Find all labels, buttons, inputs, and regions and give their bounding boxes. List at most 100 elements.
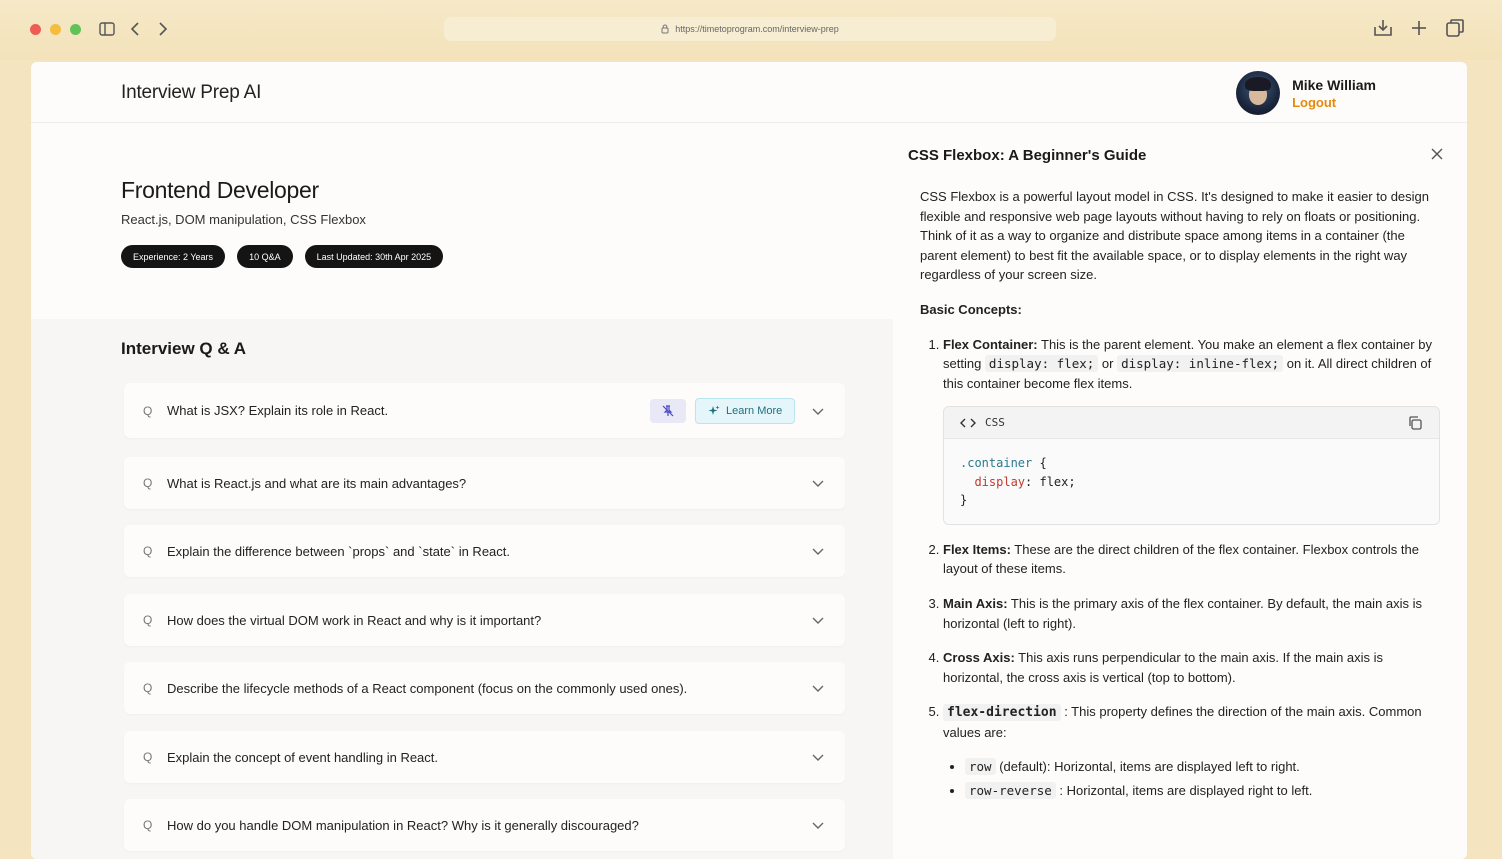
inline-code: display: flex; bbox=[984, 355, 1099, 373]
close-icon[interactable] bbox=[1430, 147, 1444, 161]
logout-button[interactable]: Logout bbox=[1292, 95, 1376, 110]
qa-section-title: Interview Q & A bbox=[121, 339, 247, 358]
avatar bbox=[1236, 71, 1281, 115]
qa-count-badge: 10 Q&A bbox=[237, 245, 293, 268]
code-token: } bbox=[960, 493, 968, 508]
sidebar-toggle-icon[interactable] bbox=[98, 19, 116, 39]
last-updated-badge: Last Updated: 30th Apr 2025 bbox=[304, 245, 444, 268]
brand-title[interactable]: Interview Prep AI bbox=[121, 82, 261, 104]
chevron-down-icon[interactable] bbox=[811, 613, 825, 627]
close-window-button[interactable] bbox=[30, 24, 41, 35]
code-block-header: CSS bbox=[944, 407, 1439, 440]
lock-icon bbox=[661, 24, 669, 34]
explanation-drawer: CSS Flexbox: A Beginner's Guide CSS Flex… bbox=[893, 123, 1467, 859]
session-header: Frontend Developer React.js, DOM manipul… bbox=[31, 123, 893, 319]
chevron-down-icon[interactable] bbox=[811, 750, 825, 764]
learn-more-label: Learn More bbox=[726, 404, 783, 417]
code-token: display bbox=[974, 474, 1026, 489]
chevron-down-icon[interactable] bbox=[811, 681, 825, 695]
code-token: : flex; bbox=[1025, 474, 1076, 489]
code-token: { bbox=[1032, 456, 1047, 471]
sparkle-icon bbox=[708, 405, 720, 415]
inline-code: row bbox=[965, 757, 996, 775]
code-block: CSS .container { display: flex; } bbox=[943, 406, 1440, 525]
topics-text: React.js, DOM manipulation, CSS Flexbox bbox=[121, 212, 366, 227]
question-marker: Q bbox=[143, 750, 153, 764]
question-text: Describe the lifecycle methods of a Reac… bbox=[167, 680, 688, 696]
chevron-down-icon[interactable] bbox=[811, 404, 825, 418]
badge-row: Experience: 2 Years 10 Q&A Last Updated:… bbox=[121, 245, 444, 268]
value-item: row (default): Horizontal, items are dis… bbox=[965, 757, 1445, 777]
question-marker: Q bbox=[143, 403, 153, 418]
role-title: Frontend Developer bbox=[121, 177, 319, 203]
question-item[interactable]: Q What is JSX? Explain its role in React… bbox=[124, 383, 845, 438]
question-text: What is React.js and what are its main a… bbox=[167, 475, 467, 491]
forward-icon[interactable] bbox=[154, 19, 172, 39]
maximize-window-button[interactable] bbox=[70, 24, 81, 35]
concept-item: Flex Items: These are the direct childre… bbox=[943, 540, 1445, 579]
pin-off-icon bbox=[662, 404, 674, 416]
question-text: How does the virtual DOM work in React a… bbox=[167, 612, 542, 628]
intro-paragraph: CSS Flexbox is a powerful layout model i… bbox=[920, 189, 1430, 283]
copy-icon[interactable] bbox=[1407, 415, 1423, 431]
question-item[interactable]: Q How do you handle DOM manipulation in … bbox=[124, 799, 845, 851]
code-icon bbox=[960, 418, 976, 428]
user-name: Mike William bbox=[1292, 76, 1376, 93]
question-item[interactable]: Q How does the virtual DOM work in React… bbox=[124, 594, 845, 646]
concept-title: Flex Items: bbox=[943, 541, 1011, 557]
question-marker: Q bbox=[143, 818, 153, 832]
inline-code: row-reverse bbox=[965, 782, 1056, 800]
minimize-window-button[interactable] bbox=[50, 24, 61, 35]
chevron-down-icon[interactable] bbox=[811, 476, 825, 490]
qa-section: Interview Q & A Q What is JSX? Explain i… bbox=[31, 319, 893, 859]
concept-list: Flex Container: This is the parent eleme… bbox=[920, 335, 1445, 801]
question-marker: Q bbox=[143, 544, 153, 558]
download-icon[interactable] bbox=[1372, 17, 1394, 39]
learn-more-button[interactable]: Learn More bbox=[695, 397, 796, 424]
pin-button[interactable] bbox=[650, 398, 686, 423]
question-text: Explain the difference between `props` a… bbox=[167, 543, 511, 559]
question-item[interactable]: Q What is React.js and what are its main… bbox=[124, 457, 845, 509]
back-icon[interactable] bbox=[126, 19, 144, 39]
question-item[interactable]: Q Explain the concept of event handling … bbox=[124, 731, 845, 783]
question-marker: Q bbox=[143, 476, 153, 490]
top-navbar: Interview Prep AI Mike William Logout bbox=[31, 62, 1467, 123]
value-item: row-reverse : Horizontal, items are disp… bbox=[965, 781, 1445, 801]
chevron-down-icon[interactable] bbox=[811, 544, 825, 558]
question-item[interactable]: Q Describe the lifecycle methods of a Re… bbox=[124, 662, 845, 714]
question-marker: Q bbox=[143, 613, 153, 627]
app-window: Interview Prep AI Mike William Logout Fr… bbox=[31, 62, 1467, 859]
new-tab-icon[interactable] bbox=[1408, 17, 1430, 39]
drawer-content: CSS Flexbox is a powerful layout model i… bbox=[920, 187, 1445, 816]
value-list: row (default): Horizontal, items are dis… bbox=[943, 757, 1445, 801]
question-text: What is JSX? Explain its role in React. bbox=[167, 403, 389, 418]
concept-title: Flex Container: bbox=[943, 336, 1038, 352]
drawer-title: CSS Flexbox: A Beginner's Guide bbox=[908, 147, 1147, 164]
basic-concepts-heading: Basic Concepts: bbox=[920, 301, 1022, 317]
code-language: CSS bbox=[985, 416, 1005, 430]
address-bar[interactable]: https://timetoprogram.com/interview-prep bbox=[444, 17, 1056, 41]
concept-item: Cross Axis: This axis runs perpendicular… bbox=[943, 648, 1445, 687]
question-item[interactable]: Q Explain the difference between `props`… bbox=[124, 525, 845, 577]
url-text: https://timetoprogram.com/interview-prep bbox=[675, 24, 839, 34]
user-profile: Mike William Logout bbox=[1236, 71, 1376, 115]
question-marker: Q bbox=[143, 681, 153, 695]
concept-text: This is the primary axis of the flex con… bbox=[943, 596, 1423, 631]
chevron-down-icon[interactable] bbox=[811, 818, 825, 832]
code-content: .container { display: flex; } bbox=[944, 439, 1439, 524]
concept-item: Main Axis: This is the primary axis of t… bbox=[943, 594, 1445, 633]
tabs-overview-icon[interactable] bbox=[1444, 17, 1466, 39]
question-text: Explain the concept of event handling in… bbox=[167, 749, 439, 765]
experience-badge: Experience: 2 Years bbox=[121, 245, 226, 268]
inline-code: display: inline-flex; bbox=[1117, 355, 1284, 373]
value-text: : Horizontal, items are displayed right … bbox=[1055, 783, 1313, 799]
session-column: Frontend Developer React.js, DOM manipul… bbox=[31, 123, 893, 859]
browser-chrome: https://timetoprogram.com/interview-prep bbox=[0, 0, 1502, 60]
concept-title: Cross Axis: bbox=[943, 650, 1015, 666]
concept-text: These are the direct children of the fle… bbox=[943, 541, 1419, 577]
concept-item: Flex Container: This is the parent eleme… bbox=[943, 335, 1445, 525]
value-text: (default): Horizontal, items are display… bbox=[995, 758, 1300, 774]
window-controls bbox=[30, 24, 81, 35]
code-token: .container bbox=[960, 456, 1033, 471]
inline-code: flex-direction bbox=[943, 704, 1061, 722]
